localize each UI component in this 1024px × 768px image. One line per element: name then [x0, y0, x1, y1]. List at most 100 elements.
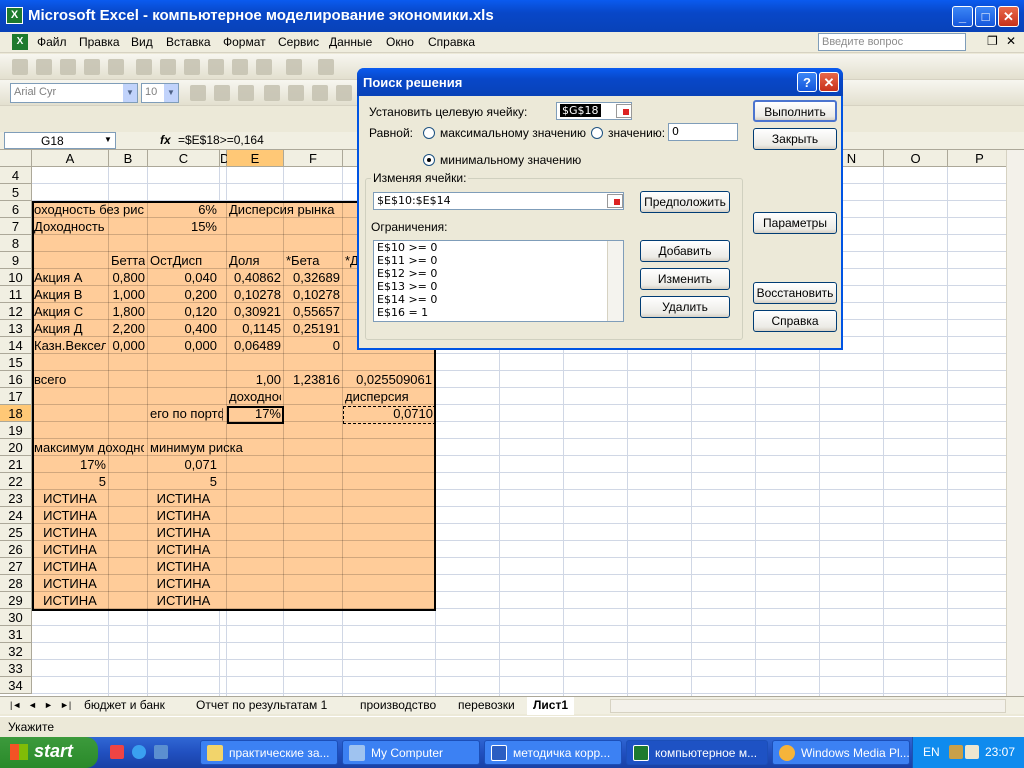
cell-e6[interactable]: Дисперсия рынка — [229, 201, 354, 218]
bold-icon[interactable] — [190, 85, 206, 101]
formula-input[interactable]: =$E$18>=0,164 — [178, 133, 264, 147]
close-button[interactable]: ✕ — [998, 6, 1019, 27]
column-header-a[interactable]: A — [32, 150, 109, 167]
row-header-7[interactable]: 7 — [0, 218, 32, 235]
cell-f11[interactable]: 0,10278 — [286, 286, 340, 303]
save-icon[interactable] — [60, 59, 76, 75]
cell-a16[interactable]: всего — [34, 371, 106, 388]
document-icon[interactable]: X — [12, 34, 28, 50]
book-icon[interactable] — [965, 745, 979, 759]
column-header-p[interactable]: P — [948, 150, 1012, 167]
value-field[interactable]: 0 — [668, 123, 738, 141]
task-button[interactable]: Windows Media Pl... — [772, 740, 910, 765]
cell-b12[interactable]: 1,800 — [111, 303, 145, 320]
cell-a25[interactable]: ИСТИНА — [34, 524, 106, 541]
row-header-4[interactable]: 4 — [0, 167, 32, 184]
row-header-27[interactable]: 27 — [0, 558, 32, 575]
row-header-29[interactable]: 29 — [0, 592, 32, 609]
row-header-34[interactable]: 34 — [0, 677, 32, 694]
row-header-33[interactable]: 33 — [0, 660, 32, 677]
menu-edit[interactable]: Правка — [79, 35, 120, 49]
row-header-30[interactable]: 30 — [0, 609, 32, 626]
row-header-31[interactable]: 31 — [0, 626, 32, 643]
merge-icon[interactable] — [336, 85, 352, 101]
cell-c14[interactable]: 0,000 — [150, 337, 217, 354]
open-icon[interactable] — [36, 59, 52, 75]
row-header-11[interactable]: 11 — [0, 286, 32, 303]
cell-e9[interactable]: Доля — [229, 252, 281, 269]
row-header-15[interactable]: 15 — [0, 354, 32, 371]
cell-a21[interactable]: 17% — [34, 456, 106, 473]
cell-c22[interactable]: 5 — [150, 473, 217, 490]
cell-c24[interactable]: ИСТИНА — [150, 507, 217, 524]
fx-icon[interactable]: fx — [160, 133, 171, 147]
tray-icon[interactable] — [949, 745, 963, 759]
menu-insert[interactable]: Вставка — [166, 35, 211, 49]
ask-question-input[interactable]: Введите вопрос — [818, 33, 966, 51]
active-cell-e18[interactable] — [227, 406, 284, 424]
radio-min[interactable] — [423, 154, 435, 166]
menu-data[interactable]: Данные — [329, 35, 372, 49]
cell-f10[interactable]: 0,32689 — [286, 269, 340, 286]
print-preview-icon[interactable] — [160, 59, 176, 75]
cell-c9[interactable]: ОстДисп — [150, 252, 217, 269]
task-button-active[interactable]: компьютерное м... — [626, 740, 768, 765]
align-left-icon[interactable] — [264, 85, 280, 101]
cut-icon[interactable] — [208, 59, 224, 75]
cell-c27[interactable]: ИСТИНА — [150, 558, 217, 575]
permission-icon[interactable] — [84, 59, 100, 75]
cell-a29[interactable]: ИСТИНА — [34, 592, 106, 609]
maximize-button[interactable]: □ — [975, 6, 996, 27]
cell-b9[interactable]: Бетта — [111, 252, 145, 269]
cell-b14[interactable]: 0,000 — [111, 337, 145, 354]
collapse-dialog-icon[interactable] — [607, 194, 623, 208]
cell-c18[interactable]: его по портфе — [150, 405, 223, 422]
dialog-close-icon[interactable]: ✕ — [819, 72, 839, 92]
row-header-16[interactable]: 16 — [0, 371, 32, 388]
task-button[interactable]: методичка корр... — [484, 740, 622, 765]
collapse-dialog-icon[interactable] — [616, 104, 632, 118]
row-header-25[interactable]: 25 — [0, 524, 32, 541]
row-header-13[interactable]: 13 — [0, 320, 32, 337]
column-header-b[interactable]: B — [109, 150, 148, 167]
delete-button[interactable]: Удалить — [640, 296, 730, 318]
cell-a22[interactable]: 5 — [34, 473, 106, 490]
desktop-icon[interactable] — [154, 745, 168, 759]
cell-c25[interactable]: ИСТИНА — [150, 524, 217, 541]
list-item[interactable]: E$10 >= 0 — [374, 241, 623, 254]
cell-a6[interactable]: оходность без риск — [34, 201, 144, 218]
cell-e17[interactable]: доходность — [229, 388, 281, 405]
cell-b10[interactable]: 0,800 — [111, 269, 145, 286]
italic-icon[interactable] — [214, 85, 230, 101]
cell-c26[interactable]: ИСТИНА — [150, 541, 217, 558]
cell-a12[interactable]: Акция C — [34, 303, 106, 320]
change-button[interactable]: Изменить — [640, 268, 730, 290]
cell-a11[interactable]: Акция B — [34, 286, 106, 303]
row-header-24[interactable]: 24 — [0, 507, 32, 524]
ie-icon[interactable] — [132, 745, 146, 759]
cell-c10[interactable]: 0,040 — [150, 269, 217, 286]
restore-doc-icon[interactable]: ❐ — [987, 34, 998, 48]
align-center-icon[interactable] — [288, 85, 304, 101]
cell-a10[interactable]: Акция A — [34, 269, 106, 286]
cell-c6[interactable]: 6% — [150, 201, 217, 218]
list-item[interactable]: E$16 = 1 — [374, 306, 623, 319]
cell-f9[interactable]: *Бета — [286, 252, 340, 269]
reset-button[interactable]: Восстановить — [753, 282, 837, 304]
cell-c13[interactable]: 0,400 — [150, 320, 217, 337]
align-right-icon[interactable] — [312, 85, 328, 101]
menu-tools[interactable]: Сервис — [278, 35, 319, 49]
cell-g16[interactable]: 0,025509061 — [345, 371, 432, 388]
cell-b11[interactable]: 1,000 — [111, 286, 145, 303]
row-header-6[interactable]: 6 — [0, 201, 32, 218]
row-header-9[interactable]: 9 — [0, 252, 32, 269]
add-button[interactable]: Добавить — [640, 240, 730, 262]
cell-a27[interactable]: ИСТИНА — [34, 558, 106, 575]
row-header-5[interactable]: 5 — [0, 184, 32, 201]
format-painter-icon[interactable] — [286, 59, 302, 75]
row-header-22[interactable]: 22 — [0, 473, 32, 490]
row-header-18[interactable]: 18 — [0, 405, 32, 422]
tab-sheet1[interactable]: Лист1 — [527, 697, 575, 715]
cell-a28[interactable]: ИСТИНА — [34, 575, 106, 592]
guess-button[interactable]: Предположить — [640, 191, 730, 213]
